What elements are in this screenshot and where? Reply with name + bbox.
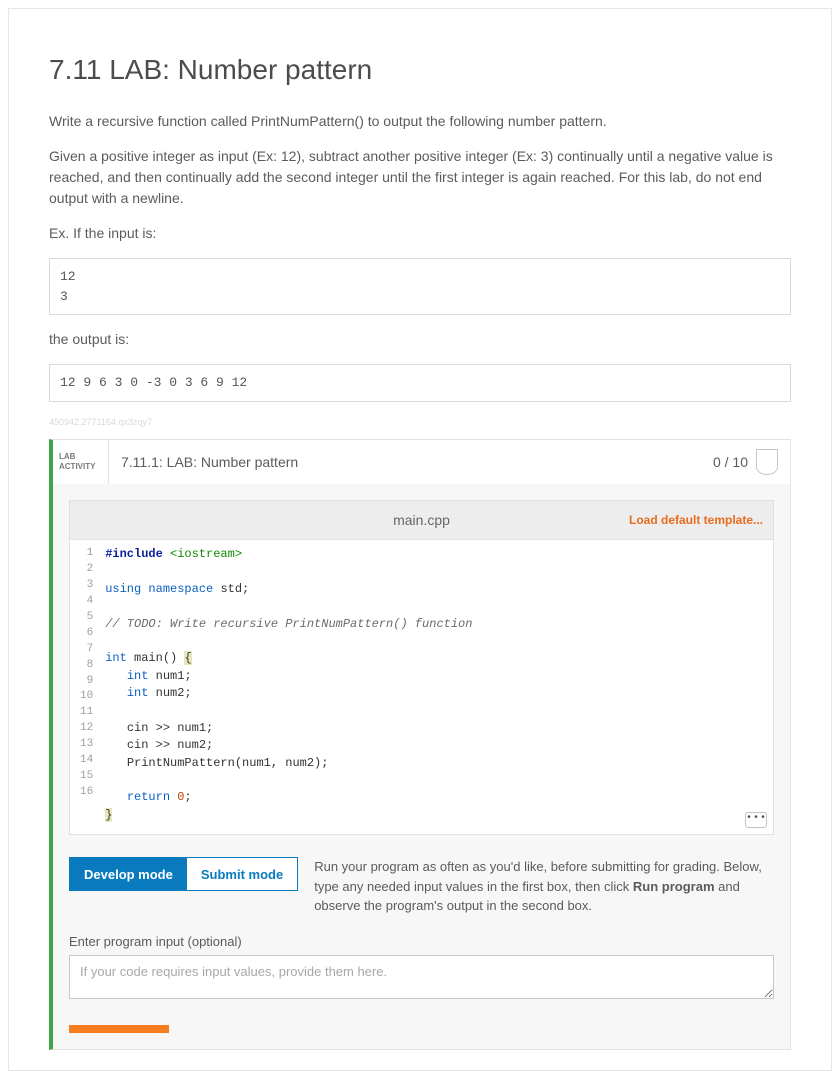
instruction-p1: Write a recursive function called PrintN… — [49, 111, 791, 132]
score-text: 0 / 10 — [713, 452, 748, 473]
lab-activity-card: LAB ACTIVITY 7.11.1: LAB: Number pattern… — [49, 439, 791, 1050]
tok-v11: num1 — [177, 721, 206, 735]
program-input-textarea[interactable] — [69, 955, 774, 999]
tok-zero: 0 — [177, 790, 184, 804]
develop-mode-tab[interactable]: Develop mode — [70, 858, 187, 890]
tok-v12: num2 — [177, 738, 206, 752]
editor-ellipsis-button[interactable]: ••• — [745, 812, 767, 828]
tok-header: <iostream> — [170, 547, 242, 561]
tok-num2: num2 — [156, 686, 185, 700]
line-gutter: 1 2 3 4 5 6 7 8 9 10 11 12 13 14 15 16 — [70, 540, 101, 834]
example-output-box: 12 9 6 3 0 -3 0 3 6 9 12 — [49, 364, 791, 402]
instruction-p2: Given a positive integer as input (Ex: 1… — [49, 146, 791, 209]
tok-fn-args: (num1, num2) — [235, 756, 321, 770]
score-badge-icon — [756, 449, 778, 475]
page-title: 7.11 LAB: Number pattern — [49, 49, 791, 91]
tok-namespace: namespace — [148, 582, 213, 596]
tok-fn-call: PrintNumPattern — [127, 756, 235, 770]
tok-todo-comment: // TODO: Write recursive PrintNumPattern… — [105, 617, 472, 631]
lab-tag-line2: ACTIVITY — [59, 462, 108, 472]
instruction-p4: the output is: — [49, 329, 791, 350]
tok-int-main: int — [105, 651, 127, 665]
lab-body: main.cpp Load default template... 1 2 3 … — [53, 484, 790, 1049]
lab-activity-tag: LAB ACTIVITY — [53, 440, 109, 484]
instruction-p3: Ex. If the input is: — [49, 223, 791, 244]
score-box: 0 / 10 — [713, 440, 790, 484]
lab-tag-line1: LAB — [59, 452, 108, 462]
mode-tabs: Develop mode Submit mode — [69, 857, 298, 891]
file-bar: main.cpp Load default template... — [69, 500, 774, 540]
tok-num1: num1 — [156, 669, 185, 683]
mode-description: Run your program as often as you'd like,… — [314, 857, 774, 916]
program-input-label: Enter program input (optional) — [69, 932, 774, 952]
tok-int8: int — [127, 669, 149, 683]
example-input-box: 12 3 — [49, 258, 791, 315]
code-area[interactable]: #include <iostream> using namespace std;… — [101, 540, 773, 834]
tok-return: return — [127, 790, 170, 804]
lab-number-title: 7.11.1: LAB: Number pattern — [109, 440, 713, 484]
submit-mode-tab[interactable]: Submit mode — [187, 858, 297, 890]
mode-row: Develop mode Submit mode Run your progra… — [69, 857, 774, 916]
tok-include: #include — [105, 547, 163, 561]
brace-close: } — [105, 808, 112, 822]
page-frame: 7.11 LAB: Number pattern Write a recursi… — [8, 8, 832, 1071]
tok-main: main — [134, 651, 163, 665]
mode-desc-bold: Run program — [633, 879, 715, 894]
tok-using: using — [105, 582, 141, 596]
tok-std: std — [220, 582, 242, 596]
load-default-template-link[interactable]: Load default template... — [629, 511, 763, 529]
tok-cin11: cin — [127, 721, 149, 735]
code-editor[interactable]: 1 2 3 4 5 6 7 8 9 10 11 12 13 14 15 16 #… — [69, 540, 774, 835]
tok-cin12: cin — [127, 738, 149, 752]
lab-header: LAB ACTIVITY 7.11.1: LAB: Number pattern… — [53, 440, 790, 484]
run-program-button[interactable] — [69, 1025, 169, 1033]
tok-int9: int — [127, 686, 149, 700]
brace-open: { — [184, 651, 191, 665]
watermark: 450942.2771164.qx3zqy7 — [49, 416, 791, 430]
